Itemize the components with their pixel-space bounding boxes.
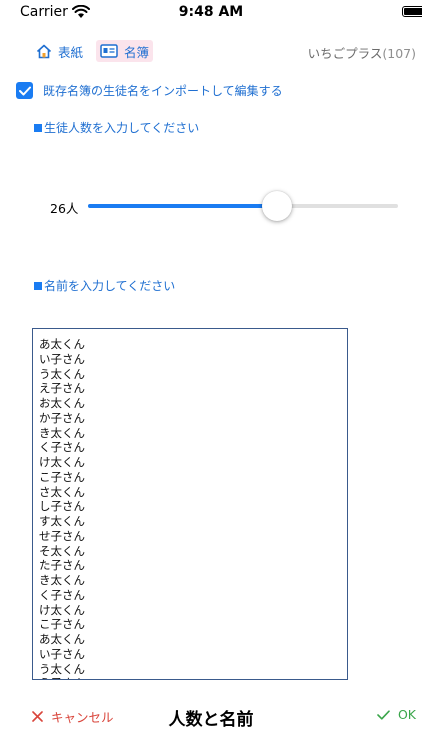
screen-title: 人数と名前 (168, 710, 254, 730)
student-count-heading: 生徒人数を入力してください (34, 119, 199, 136)
names-label: 名前を入力してください (44, 279, 176, 293)
name-line: し子さん (39, 499, 85, 514)
square-bullet-icon (34, 281, 42, 290)
student-count-label: 生徒人数を入力してください (44, 121, 200, 135)
roster-nav-label: 名簿 (124, 44, 150, 60)
ok-label: OK (397, 707, 416, 722)
name-line: お太くん (39, 396, 85, 410)
slider-fill (88, 204, 278, 208)
checkmark-icon (377, 709, 390, 720)
home-icon (36, 44, 52, 58)
name-line: え子さん (39, 381, 85, 396)
name-line: あ太くん (39, 632, 85, 646)
import-toggle-row[interactable]: 既存名簿の生徒名をインポートして編集する (16, 82, 283, 99)
app-count: (107) (382, 46, 416, 61)
name-line: こ子さん (39, 617, 85, 632)
checkmark-icon (18, 86, 31, 95)
name-line: い子さん (39, 351, 85, 366)
name-line: け太くん (39, 455, 85, 469)
status-bar: Carrier 9:48 AM (0, 0, 422, 26)
square-bullet-icon (34, 123, 42, 132)
slider-thumb[interactable] (262, 191, 293, 221)
bottom-toolbar: キャンセル 人数と名前 OK (0, 700, 422, 734)
name-line: か子さん (39, 410, 85, 425)
name-line: き太くん (39, 425, 85, 440)
name-line: い子さん (39, 646, 85, 661)
battery-icon (402, 6, 422, 17)
name-line: す太くん (39, 514, 85, 528)
ok-button[interactable]: OK (377, 707, 416, 722)
student-count-value: 26人 (50, 201, 79, 216)
name-line: け太くん (39, 602, 85, 617)
name-line: そ太くん (39, 543, 85, 558)
name-line: え子さん (39, 676, 347, 679)
home-nav-button[interactable]: 表紙 (32, 40, 87, 62)
name-line: く子さん (39, 587, 85, 602)
names-heading: 名前を入力してください (34, 277, 175, 294)
import-label: 既存名簿の生徒名をインポートして編集する (43, 84, 283, 98)
top-nav: 表紙 名簿 いちごプラス(107) (0, 40, 422, 64)
name-line: た子さん (39, 558, 85, 573)
home-nav-label: 表紙 (58, 44, 84, 60)
name-line: せ子さん (39, 528, 85, 543)
app-name: いちごプラス (307, 46, 383, 61)
name-line: さ太くん (39, 484, 85, 499)
names-text-area[interactable]: あ太くん い子さん う太くん え子さん お太くん か子さん き太くん く子さん け太くん こ子さん… (32, 328, 348, 680)
student-count-slider[interactable] (88, 204, 398, 208)
student-count-slider-row: 26人 (0, 190, 422, 222)
import-checkbox[interactable] (16, 82, 33, 99)
clock: 9:48 AM (178, 4, 244, 20)
roster-nav-button[interactable]: 名簿 (96, 40, 154, 62)
name-line: き太くん (39, 573, 85, 587)
name-line: く子さん (39, 440, 85, 455)
roster-card-icon (100, 44, 118, 58)
name-line: あ太くん (39, 337, 85, 351)
name-line: う太くん (39, 661, 85, 676)
app-title: いちごプラス(107) (308, 43, 416, 62)
names-text-content: あ太くん い子さん う太くん え子さん お太くん か子さん き太くん く子さん け太くん こ子さん… (33, 329, 347, 679)
name-line: こ子さん (39, 469, 85, 484)
name-line: う太くん (39, 366, 85, 381)
